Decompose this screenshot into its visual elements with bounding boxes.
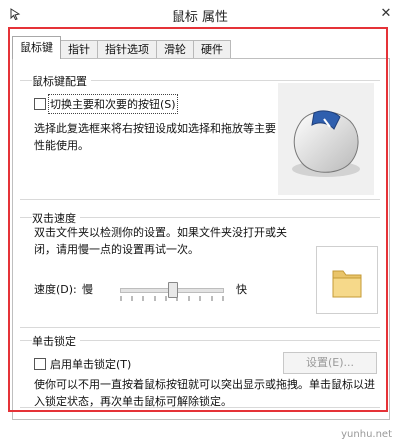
- click-lock-description: 使你可以不用一直按着鼠标按钮就可以突出显示或拖拽。单击鼠标以进 入锁定状态，再次…: [34, 376, 375, 410]
- click-lock-label[interactable]: 启用单击锁定(T): [50, 356, 131, 372]
- swap-buttons-row[interactable]: 切换主要和次要的按钮(S): [34, 94, 178, 114]
- window-title: 鼠标 属性: [171, 10, 229, 25]
- tab-mouse-buttons[interactable]: 鼠标键: [12, 36, 61, 59]
- close-icon: ✕: [380, 6, 392, 21]
- double-click-speed-row: 速度(D): 慢 快: [28, 280, 288, 301]
- button-config-description-line1: 选择此复选框来将右按钮设成如选择和拖放等主要: [34, 122, 276, 135]
- mouse-illustration: [278, 83, 374, 195]
- tab-pointers[interactable]: 指针: [60, 40, 98, 59]
- swap-buttons-checkbox[interactable]: [34, 98, 46, 110]
- button-config-description: 选择此复选框来将右按钮设成如选择和拖放等主要 性能使用。: [34, 120, 276, 154]
- click-lock-title: 单击锁定: [32, 333, 80, 349]
- double-click-description-line1: 双击文件夹以检测你的设置。如果文件夹没打开或关: [34, 226, 287, 239]
- slow-label: 慢: [82, 283, 93, 296]
- double-click-description: 双击文件夹以检测你的设置。如果文件夹没打开或关 闭，请用慢一点的设置再试一次。: [34, 224, 287, 258]
- mouse-properties-dialog: 鼠标 属性 ✕ 鼠标键 指针 指针选项 滑轮 硬件 鼠标键配置 切换主要和次要的…: [0, 0, 400, 444]
- double-click-description-line2: 闭，请用慢一点的设置再试一次。: [34, 243, 199, 256]
- tab-bar: 鼠标键 指针 指针选项 滑轮 硬件: [12, 36, 231, 59]
- button-config-title: 鼠标键配置: [32, 73, 91, 89]
- close-button[interactable]: ✕: [378, 6, 394, 22]
- click-lock-checkbox[interactable]: [34, 358, 46, 370]
- click-lock-description-line2: 入锁定状态，再次单击鼠标可解除锁定。: [34, 395, 232, 408]
- tab-pointer-options[interactable]: 指针选项: [97, 40, 157, 59]
- swap-buttons-label[interactable]: 切换主要和次要的按钮(S): [48, 94, 178, 114]
- button-config-description-line2: 性能使用。: [34, 139, 89, 152]
- test-folder-area[interactable]: [316, 246, 378, 314]
- title-bar: 鼠标 属性 ✕: [0, 0, 400, 30]
- click-lock-row[interactable]: 启用单击锁定(T): [34, 356, 131, 372]
- folder-icon: [332, 270, 362, 298]
- watermark: yunhu.net: [341, 429, 392, 440]
- speed-slider-thumb[interactable]: [168, 282, 178, 298]
- tab-wheel[interactable]: 滑轮: [156, 40, 194, 59]
- click-lock-settings-button[interactable]: 设置(E)...: [283, 352, 377, 374]
- fast-label: 快: [236, 283, 247, 296]
- speed-label: 速度(D):: [34, 283, 77, 296]
- click-lock-description-line1: 使你可以不用一直按着鼠标按钮就可以突出显示或拖拽。单击鼠标以进: [34, 378, 375, 391]
- tab-hardware[interactable]: 硬件: [193, 40, 231, 59]
- mouse-icon: [292, 110, 360, 177]
